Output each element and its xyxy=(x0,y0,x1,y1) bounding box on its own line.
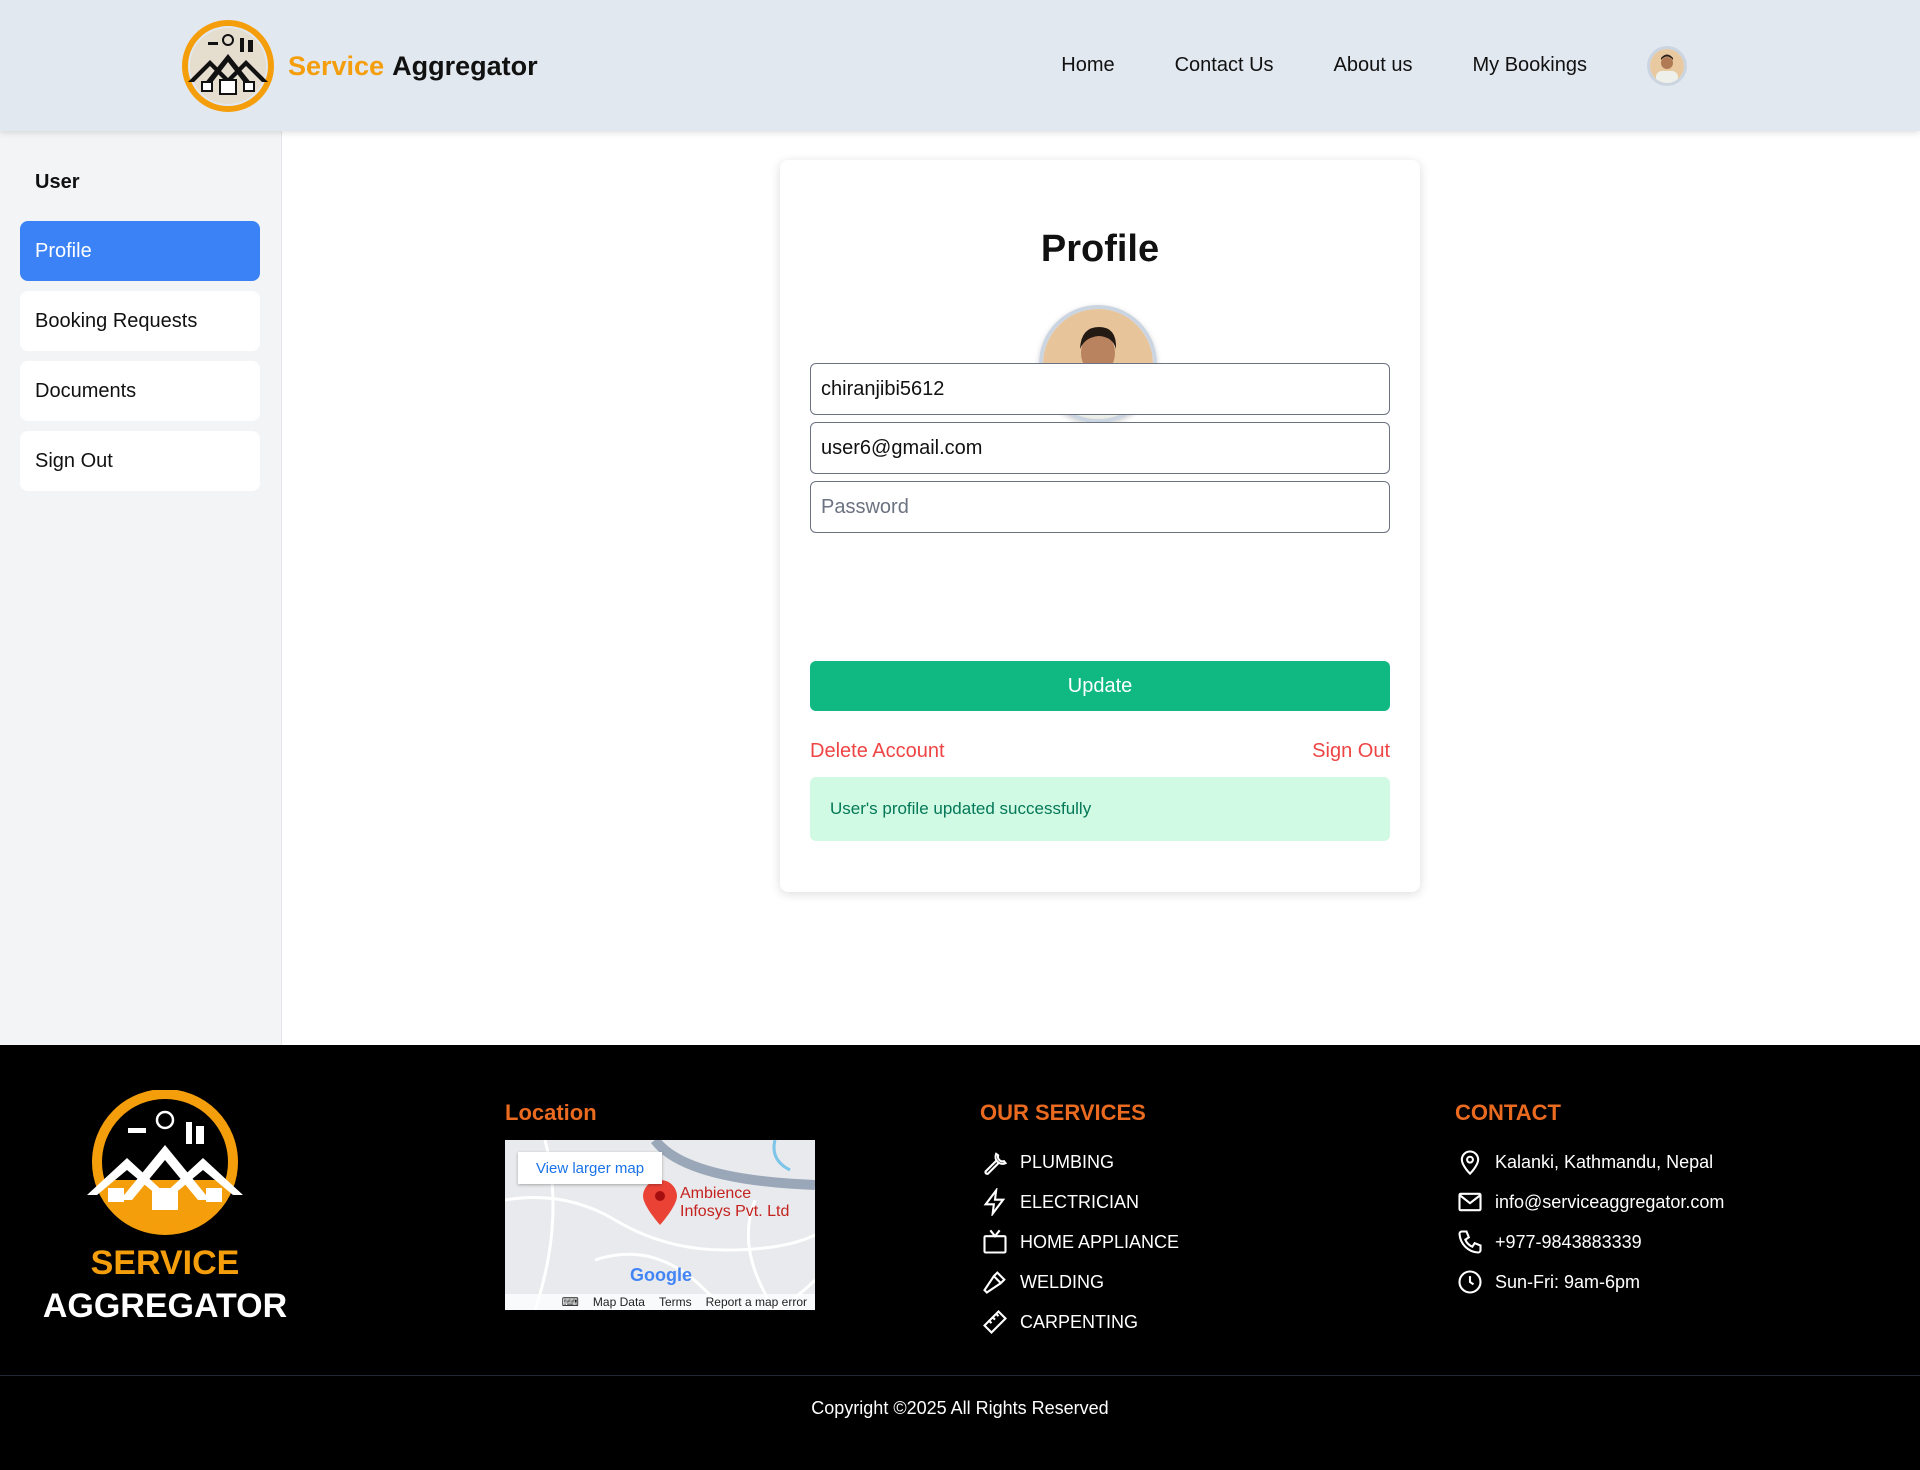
service-label: PLUMBING xyxy=(1020,1151,1115,1172)
service-label: CARPENTING xyxy=(1020,1311,1139,1332)
ruler-icon xyxy=(980,1307,1010,1337)
location-heading: Location xyxy=(505,1100,597,1125)
brand-name-part1: Service xyxy=(288,50,385,81)
list-item[interactable]: ELECTRICIAN xyxy=(980,1182,1179,1222)
google-logo: Google xyxy=(630,1265,692,1285)
service-label: HOME APPLIANCE xyxy=(1020,1231,1180,1252)
list-item[interactable]: info@serviceaggregator.com xyxy=(1455,1182,1724,1222)
username-field[interactable] xyxy=(810,363,1390,415)
list-item: Kalanki, Kathmandu, Nepal xyxy=(1455,1142,1724,1182)
card-sign-out-link[interactable]: Sign Out xyxy=(1312,740,1390,763)
list-item[interactable]: PLUMBING xyxy=(980,1142,1179,1182)
map-report-link[interactable]: Report a map error xyxy=(706,1295,807,1309)
location-map[interactable]: View larger map Ambience Infosys Pvt. Lt… xyxy=(505,1140,815,1310)
profile-card: Profile Update Delete Account Sign Out U… xyxy=(780,160,1420,892)
tv-icon xyxy=(980,1227,1010,1257)
keyboard-icon[interactable]: ⌨ xyxy=(562,1295,579,1309)
brand-name-part2: Aggregator xyxy=(392,50,538,81)
nav-about-us[interactable]: About us xyxy=(1334,54,1413,77)
contact-hours: Sun-Fri: 9am-6pm xyxy=(1495,1271,1641,1292)
password-field[interactable] xyxy=(810,481,1390,533)
map-place-line2: Infosys Pvt. Ltd xyxy=(680,1203,790,1220)
map-place-line1: Ambience xyxy=(680,1185,752,1202)
contact-phone[interactable]: +977-9843883339 xyxy=(1495,1232,1642,1253)
contact-address: Kalanki, Kathmandu, Nepal xyxy=(1495,1151,1714,1172)
copyright-text: Copyright ©2025 All Rights Reserved xyxy=(811,1398,1109,1418)
clock-icon xyxy=(1455,1267,1485,1297)
house-logo-icon xyxy=(182,20,274,112)
wrench-icon xyxy=(980,1147,1010,1177)
page-title: Profile xyxy=(1040,228,1160,270)
hammer-icon xyxy=(980,1267,1010,1297)
footer-logo-line1: SERVICE xyxy=(90,1244,240,1282)
map-data-link[interactable]: Map Data xyxy=(593,1295,645,1309)
sidebar-item-profile[interactable]: Profile xyxy=(20,221,260,281)
view-larger-map-button[interactable]: View larger map xyxy=(518,1152,662,1184)
main-nav: Home Contact Us About us My Bookings xyxy=(1061,54,1587,77)
house-logo-icon xyxy=(87,1090,243,1235)
sidebar-title: User xyxy=(35,171,80,193)
footer-logo-line2: AGGREGATOR xyxy=(42,1287,288,1325)
list-item: Sun-Fri: 9am-6pm xyxy=(1455,1262,1724,1302)
map-terms-link[interactable]: Terms xyxy=(659,1295,692,1309)
services-list: PLUMBING ELECTRICIAN HOME APPLIANCE WELD… xyxy=(980,1142,1179,1342)
sidebar: User Profile Booking Requests Documents … xyxy=(0,131,282,1045)
services-heading: OUR SERVICES xyxy=(980,1100,1146,1125)
sidebar-item-booking-requests[interactable]: Booking Requests xyxy=(20,291,260,351)
delete-account-link[interactable]: Delete Account xyxy=(810,740,945,763)
email-field[interactable] xyxy=(810,422,1390,474)
nav-contact-us[interactable]: Contact Us xyxy=(1175,54,1274,77)
footer-logo: SERVICE AGGREGATOR xyxy=(40,1090,290,1326)
map-place-label: Ambience Infosys Pvt. Ltd xyxy=(680,1185,789,1221)
sidebar-item-sign-out[interactable]: Sign Out xyxy=(20,431,260,491)
nav-my-bookings[interactable]: My Bookings xyxy=(1473,54,1588,77)
location-pin-icon xyxy=(1455,1147,1485,1177)
contact-list: Kalanki, Kathmandu, Nepal info@serviceag… xyxy=(1455,1142,1724,1302)
lightning-icon xyxy=(980,1187,1010,1217)
nav-home[interactable]: Home xyxy=(1061,54,1114,77)
contact-email[interactable]: info@serviceaggregator.com xyxy=(1495,1192,1724,1213)
list-item[interactable]: HOME APPLIANCE xyxy=(980,1222,1179,1262)
user-avatar[interactable] xyxy=(1647,46,1687,86)
sidebar-item-documents[interactable]: Documents xyxy=(20,361,260,421)
list-item[interactable]: CARPENTING xyxy=(980,1302,1179,1342)
footer: SERVICE AGGREGATOR Location View larger … xyxy=(0,1045,1920,1470)
service-label: ELECTRICIAN xyxy=(1020,1191,1140,1212)
update-button[interactable]: Update xyxy=(810,661,1390,711)
phone-icon xyxy=(1455,1227,1485,1257)
contact-heading: CONTACT xyxy=(1455,1100,1561,1125)
mail-icon xyxy=(1455,1187,1485,1217)
footer-divider xyxy=(0,1375,1920,1376)
brand-logo[interactable]: Service Aggregator xyxy=(180,20,538,112)
list-item[interactable]: WELDING xyxy=(980,1262,1179,1302)
avatar-photo-icon xyxy=(1650,49,1684,83)
list-item[interactable]: +977-9843883339 xyxy=(1455,1222,1724,1262)
top-navbar: Service Aggregator Home Contact Us About … xyxy=(0,0,1920,131)
service-label: WELDING xyxy=(1020,1271,1105,1292)
success-alert: User's profile updated successfully xyxy=(810,777,1390,841)
map-attribution-bar: ⌨ Map Data Terms Report a map error xyxy=(505,1294,815,1310)
